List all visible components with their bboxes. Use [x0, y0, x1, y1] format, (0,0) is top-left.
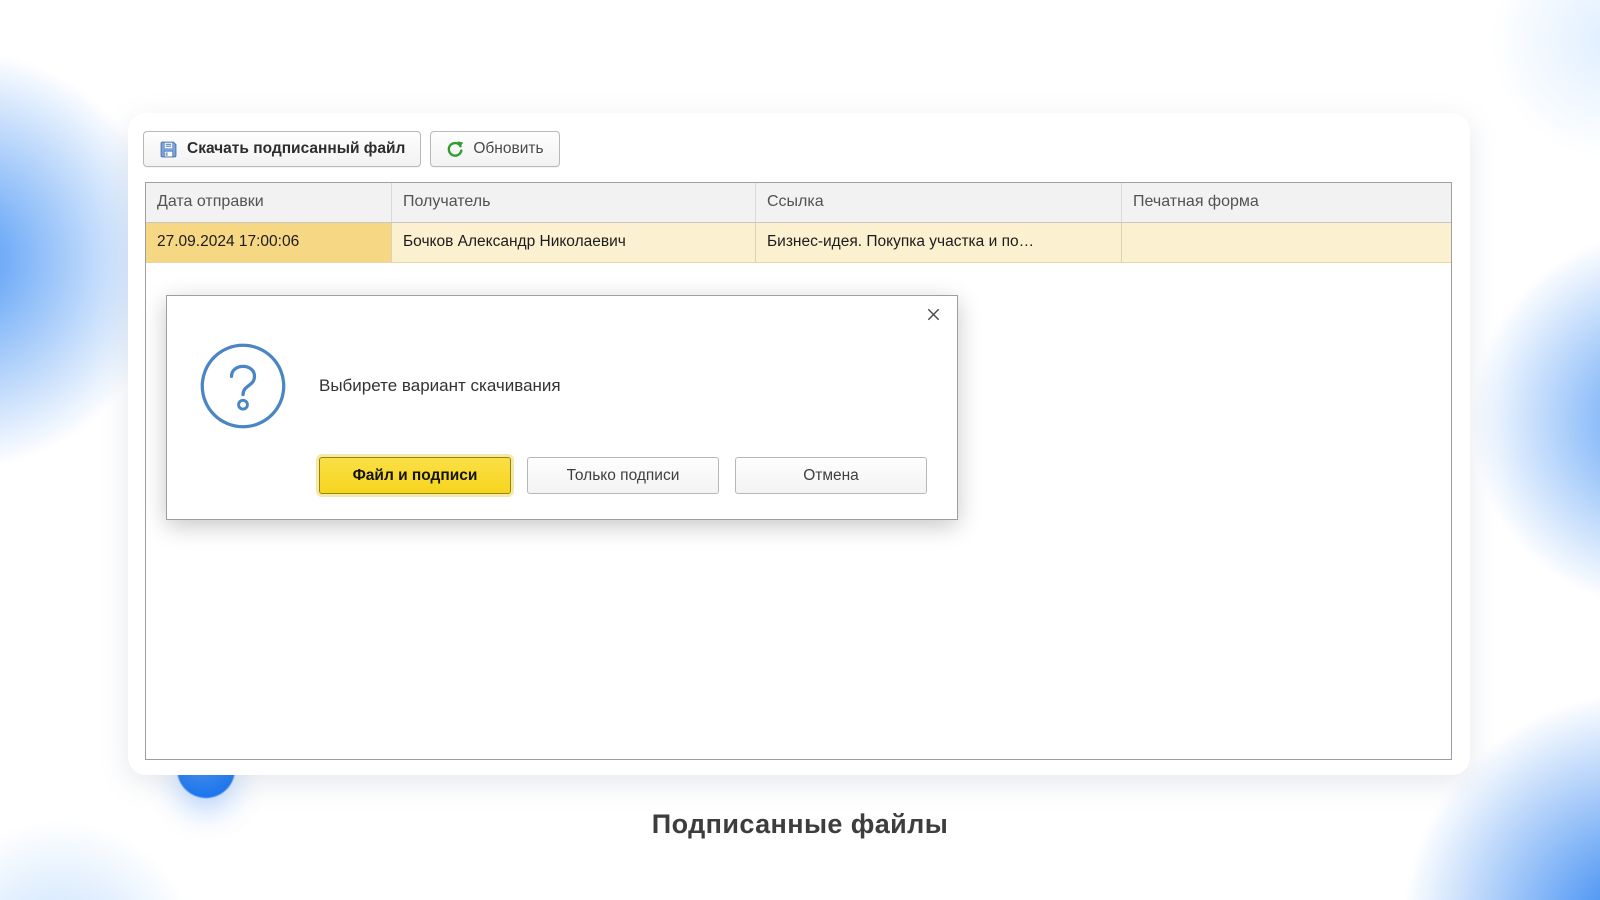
download-button-label: Скачать подписанный файл: [187, 140, 405, 158]
close-icon: [925, 306, 942, 326]
cell-link[interactable]: Бизнес-идея. Покупка участка и по…: [756, 223, 1122, 262]
cancel-button[interactable]: Отмена: [735, 457, 927, 494]
signatures-only-button[interactable]: Только подписи: [527, 457, 719, 494]
question-icon: [197, 340, 289, 432]
dialog-close-button[interactable]: [921, 304, 945, 328]
refresh-button[interactable]: Обновить: [430, 131, 559, 167]
column-header-link[interactable]: Ссылка: [756, 183, 1122, 222]
cell-recipient[interactable]: Бочков Александр Николаевич: [392, 223, 756, 262]
file-and-signatures-button[interactable]: Файл и подписи: [319, 457, 511, 494]
table-row[interactable]: 27.09.2024 17:00:06 Бочков Александр Ник…: [146, 223, 1451, 263]
download-signed-file-button[interactable]: Скачать подписанный файл: [143, 131, 421, 167]
refresh-button-label: Обновить: [473, 140, 543, 158]
column-header-sent-date[interactable]: Дата отправки: [146, 183, 392, 222]
cell-sent-date[interactable]: 27.09.2024 17:00:06: [146, 223, 392, 262]
table-header-row: Дата отправки Получатель Ссылка Печатная…: [146, 183, 1451, 223]
refresh-icon: [446, 140, 464, 158]
dialog-buttons: Файл и подписи Только подписи Отмена: [319, 457, 927, 494]
save-icon: [159, 140, 178, 159]
toolbar: Скачать подписанный файл Обновить: [143, 131, 560, 167]
cell-printed-form[interactable]: [1122, 223, 1451, 262]
dialog-message: Выбирете вариант скачивания: [319, 376, 561, 396]
page-title: Подписанные файлы: [0, 809, 1600, 840]
column-header-recipient[interactable]: Получатель: [392, 183, 756, 222]
download-option-dialog: Выбирете вариант скачивания Файл и подпи…: [166, 295, 958, 520]
column-header-printed-form[interactable]: Печатная форма: [1122, 183, 1451, 222]
